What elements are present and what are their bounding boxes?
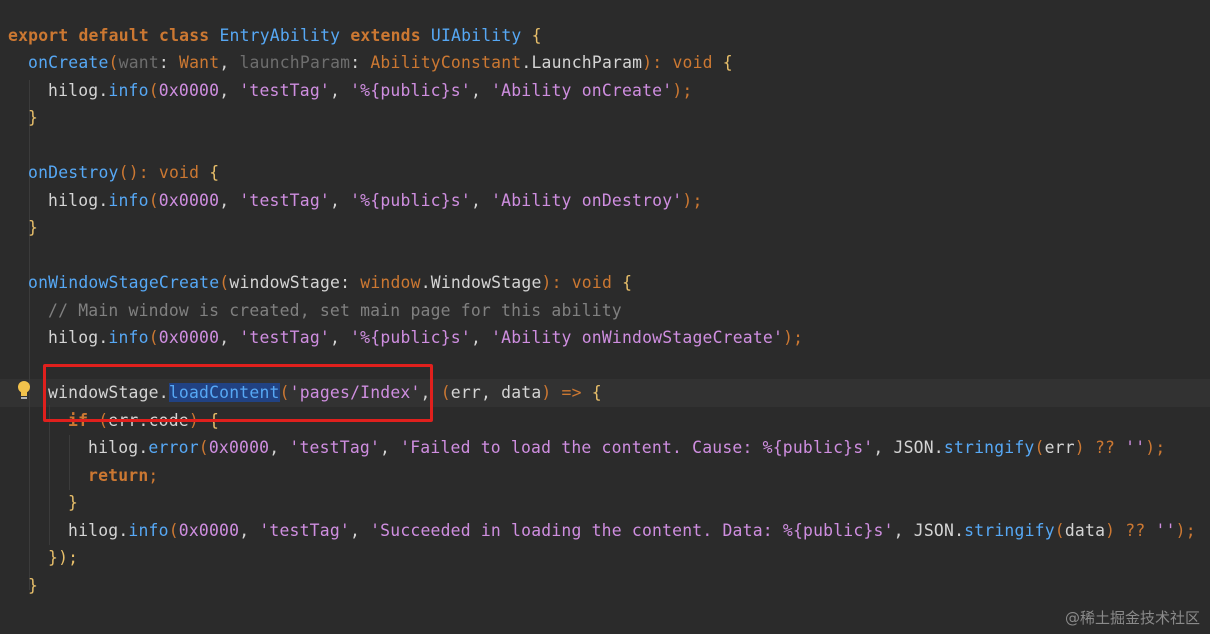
code-line: hilog.info(0x0000, 'testTag', 'Succeeded… bbox=[68, 521, 1196, 540]
code-line: export default class EntryAbility extend… bbox=[8, 26, 542, 45]
lightbulb-icon[interactable] bbox=[16, 380, 32, 402]
code-line: hilog.error(0x0000, 'testTag', 'Failed t… bbox=[88, 438, 1166, 457]
code-line: } bbox=[28, 218, 39, 237]
code-line: hilog.info(0x0000, 'testTag', '%{public}… bbox=[48, 328, 804, 347]
code-line: } bbox=[28, 576, 39, 595]
code-line: }); bbox=[48, 548, 79, 567]
annotation-highlight-box bbox=[43, 364, 433, 422]
code-line: } bbox=[28, 108, 39, 127]
code-line: // Main window is created, set main page… bbox=[48, 301, 622, 320]
code-line: hilog.info(0x0000, 'testTag', '%{public}… bbox=[48, 191, 703, 210]
watermark: @稀土掘金技术社区 bbox=[1064, 609, 1200, 627]
indent-guide bbox=[29, 80, 30, 590]
code-editor[interactable]: export default class EntryAbility extend… bbox=[0, 0, 1210, 634]
code-line: } bbox=[68, 493, 79, 512]
code-line: onWindowStageCreate(windowStage: window.… bbox=[28, 273, 633, 292]
indent-guide bbox=[49, 405, 50, 545]
code-line: onCreate(want: Want, launchParam: Abilit… bbox=[28, 53, 733, 72]
indent-guide bbox=[69, 435, 70, 490]
code-line: onDestroy(): void { bbox=[28, 163, 220, 182]
code-line: hilog.info(0x0000, 'testTag', '%{public}… bbox=[48, 81, 693, 100]
code-line: return; bbox=[88, 466, 159, 485]
